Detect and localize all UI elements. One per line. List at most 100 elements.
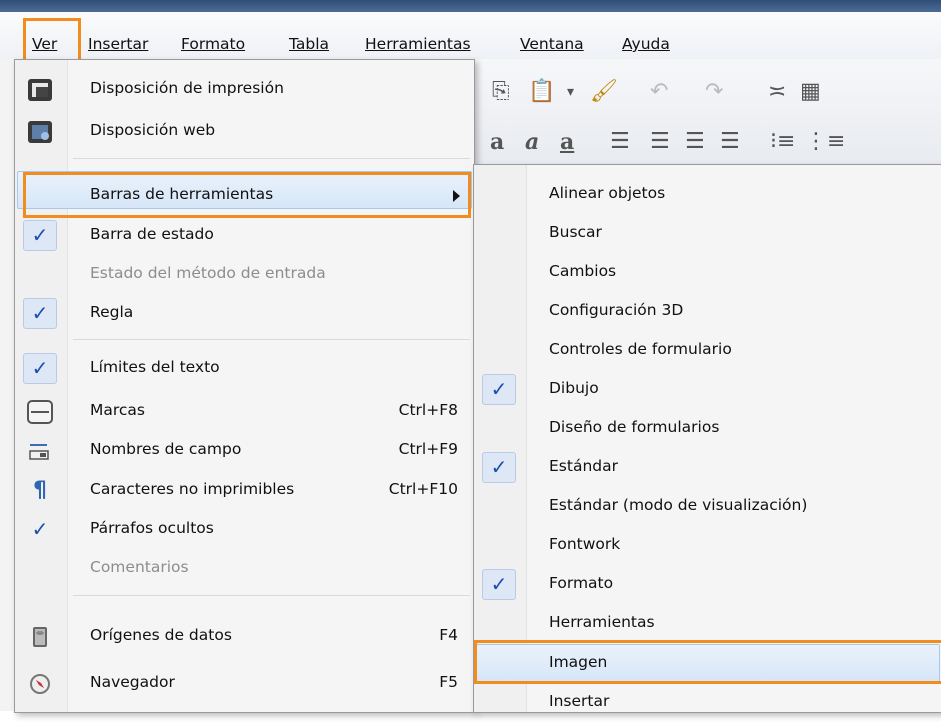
view-menu: Disposición de impresión Disposición web…: [14, 59, 475, 713]
submenu-item-fontwork[interactable]: Fontwork: [474, 527, 941, 565]
table-icon[interactable]: ▦: [800, 79, 821, 105]
toolbar-area: ⎘ 📋 ▾ 🖌 ↶ ↷ ≍ ▦ a a a ☰ ☰ ☰ ☰ ⁝≡ ⋮≡: [470, 59, 941, 164]
checkmark-icon: ✓: [23, 298, 57, 329]
align-center-icon[interactable]: ☰: [650, 129, 670, 155]
submenu-item-standard-view-mode[interactable]: Estándar (modo de visualización): [474, 488, 941, 526]
align-left-icon[interactable]: ☰: [610, 129, 630, 155]
checkmark-icon: ✓: [482, 452, 516, 483]
submenu-item-form-design[interactable]: Diseño de formularios: [474, 410, 941, 448]
menu-item-label: Límites del texto: [90, 358, 220, 376]
menu-item-field-names[interactable]: Nombres de campo Ctrl+F9: [15, 432, 474, 470]
align-right-icon[interactable]: ☰: [685, 129, 705, 155]
numbering-icon[interactable]: ⁝≡: [770, 129, 795, 155]
menu-item-formatting-marks[interactable]: ¶ Caracteres no imprimibles Ctrl+F10: [15, 472, 474, 510]
checkmark-icon: ✓: [482, 569, 516, 600]
submenu-item-label: Alinear objetos: [549, 184, 666, 202]
menu-bar: Ver Insertar Formato Tabla Herramientas …: [0, 12, 941, 60]
menu-item-label: Navegador: [90, 673, 175, 691]
menu-item-label: Marcas: [90, 401, 145, 419]
menu-item-hidden-paragraphs[interactable]: ✓ Párrafos ocultos: [15, 511, 474, 549]
checkmark-icon: ✓: [23, 220, 57, 251]
window-title-strip: [0, 0, 941, 12]
submenu-item-label: Configuración 3D: [549, 301, 684, 319]
menu-item-label: Disposición de impresión: [90, 79, 284, 97]
menu-ayuda[interactable]: Ayuda: [622, 33, 670, 55]
menu-item-label: Orígenes de datos: [90, 626, 232, 644]
submenu-item-label: Estándar (modo de visualización): [549, 496, 808, 514]
menu-item-field-shadings[interactable]: Marcas Ctrl+F8: [15, 393, 474, 431]
navigator-icon: [27, 672, 53, 696]
menu-item-label: Caracteres no imprimibles: [90, 480, 295, 498]
menu-item-label: Barra de estado: [90, 225, 214, 243]
menu-item-label: Regla: [90, 303, 134, 321]
web-layout-icon: [27, 120, 53, 144]
submenu-item-label: Diseño de formularios: [549, 418, 720, 436]
print-layout-icon: [27, 78, 53, 102]
checkmark-icon: ✓: [31, 517, 49, 541]
menu-insertar[interactable]: Insertar: [88, 33, 148, 55]
italic-icon[interactable]: a: [525, 129, 539, 155]
submenu-item-find[interactable]: Buscar: [474, 215, 941, 253]
menu-tabla[interactable]: Tabla: [289, 33, 329, 55]
submenu-item-label: Buscar: [549, 223, 602, 241]
submenu-item-label: Controles de formulario: [549, 340, 732, 358]
menu-item-navigator[interactable]: Navegador F5: [15, 665, 474, 703]
submenu-item-drawing[interactable]: ✓ Dibujo: [474, 371, 941, 409]
submenu-item-changes[interactable]: Cambios: [474, 254, 941, 292]
submenu-item-label: Estándar: [549, 457, 618, 475]
submenu-item-standard[interactable]: ✓ Estándar: [474, 449, 941, 487]
submenu-item-insert[interactable]: Insertar: [474, 684, 941, 722]
menu-item-label: Nombres de campo: [90, 440, 242, 458]
navigator-toolbar-icon[interactable]: ≍: [768, 79, 786, 105]
toolbars-submenu: Alinear objetos Buscar Cambios Configura…: [473, 164, 941, 713]
checkmark-icon: ✓: [23, 353, 57, 384]
menu-item-ruler[interactable]: ✓ Regla: [15, 295, 474, 333]
bullets-icon[interactable]: ⋮≡: [805, 129, 845, 155]
redo-icon[interactable]: ↷: [705, 79, 723, 105]
menu-item-shortcut: F5: [439, 673, 458, 691]
menu-item-input-method-status: Estado del método de entrada: [15, 256, 474, 294]
submenu-item-label: Herramientas: [549, 613, 655, 631]
data-sources-icon: [27, 625, 53, 649]
paste-icon[interactable]: 📋: [528, 79, 555, 105]
menu-item-shortcut: Ctrl+F9: [398, 440, 458, 458]
menu-item-data-sources[interactable]: Orígenes de datos F4: [15, 618, 474, 656]
submenu-item-label: Fontwork: [549, 535, 621, 553]
submenu-item-align-objects[interactable]: Alinear objetos: [474, 176, 941, 214]
submenu-item-label: Dibujo: [549, 379, 599, 397]
pilcrow-icon: ¶: [33, 478, 47, 503]
menu-formato[interactable]: Formato: [181, 33, 245, 55]
menu-item-label: Disposición web: [90, 121, 216, 139]
submenu-item-label: Insertar: [549, 692, 610, 710]
menu-item-shortcut: Ctrl+F10: [388, 480, 458, 498]
menu-item-web-layout[interactable]: Disposición web: [15, 113, 474, 151]
submenu-item-formatting[interactable]: ✓ Formato: [474, 566, 941, 604]
menu-item-print-layout[interactable]: Disposición de impresión: [15, 71, 474, 109]
copy-icon[interactable]: ⎘: [492, 79, 510, 105]
document-left-edge: [0, 59, 15, 711]
submenu-item-tools[interactable]: Herramientas: [474, 605, 941, 643]
menu-separator: [73, 158, 470, 159]
menu-item-status-bar[interactable]: ✓ Barra de estado: [15, 217, 474, 255]
menu-herramientas[interactable]: Herramientas: [365, 33, 471, 55]
menu-item-shortcut: F4: [439, 626, 458, 644]
menu-separator: [73, 339, 470, 340]
submenu-item-3d-settings[interactable]: Configuración 3D: [474, 293, 941, 331]
underline-icon[interactable]: a: [560, 129, 574, 155]
menu-separator: [73, 595, 470, 596]
menu-ventana[interactable]: Ventana: [520, 33, 584, 55]
menu-item-label: Estado del método de entrada: [90, 264, 326, 282]
clone-formatting-icon[interactable]: 🖌: [590, 79, 618, 105]
paste-dropdown-icon[interactable]: ▾: [567, 79, 574, 105]
bold-icon[interactable]: a: [490, 129, 504, 155]
menu-item-comments: Comentarios: [15, 550, 474, 588]
menu-item-label: Párrafos ocultos: [90, 519, 214, 537]
menu-item-shortcut: Ctrl+F8: [398, 401, 458, 419]
field-shadings-icon: [27, 400, 53, 424]
checkmark-icon: ✓: [482, 374, 516, 405]
field-names-icon: [27, 439, 53, 463]
menu-item-text-boundaries[interactable]: ✓ Límites del texto: [15, 350, 474, 388]
undo-icon[interactable]: ↶: [650, 79, 668, 105]
justify-icon[interactable]: ☰: [720, 129, 740, 155]
submenu-item-form-controls[interactable]: Controles de formulario: [474, 332, 941, 370]
